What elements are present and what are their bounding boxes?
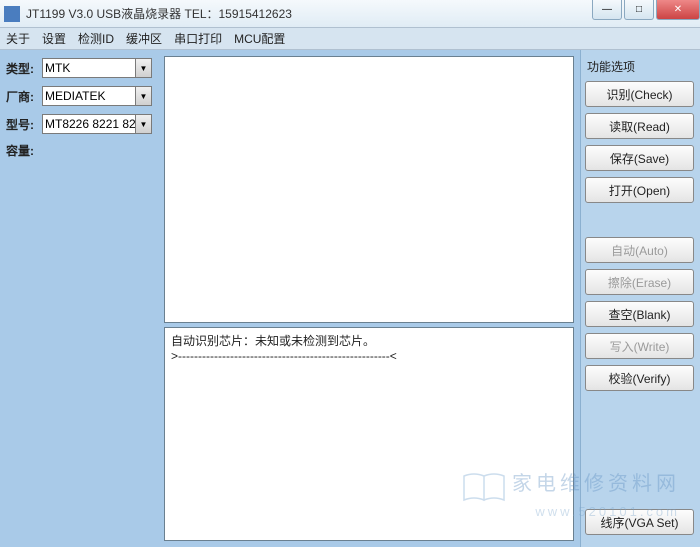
chevron-down-icon: ▼ [135, 115, 151, 133]
menu-buffer[interactable]: 缓冲区 [126, 30, 162, 47]
close-button[interactable]: ✕ [656, 0, 700, 20]
auto-button[interactable]: 自动(Auto) [585, 237, 694, 263]
vendor-select[interactable]: MEDIATEK ▼ [42, 86, 152, 106]
field-model: 型号: MT8226 8221 82 ▼ [6, 114, 152, 134]
check-button[interactable]: 识别(Check) [585, 81, 694, 107]
menu-serial-print[interactable]: 串口打印 [174, 30, 222, 47]
window-title: JT1199 V3.0 USB液晶烧录器 TEL：15915412623 [26, 5, 292, 22]
preview-area [164, 56, 574, 323]
center-panel: 自动识别芯片：未知或未检测到芯片。 >---------------------… [158, 50, 580, 547]
right-panel: 功能选项 识别(Check) 读取(Read) 保存(Save) 打开(Open… [580, 50, 700, 547]
log-line-1: 自动识别芯片：未知或未检测到芯片。 [171, 334, 375, 348]
menu-about[interactable]: 关于 [6, 30, 30, 47]
window-controls: — □ ✕ [590, 0, 700, 20]
vendor-label: 厂商: [6, 88, 42, 105]
type-select[interactable]: MTK ▼ [42, 58, 152, 78]
field-type: 类型: MTK ▼ [6, 58, 152, 78]
model-value: MT8226 8221 82 [45, 117, 136, 131]
chevron-down-icon: ▼ [135, 87, 151, 105]
app-icon [4, 6, 20, 22]
main-body: 类型: MTK ▼ 厂商: MEDIATEK ▼ 型号: MT8226 8221… [0, 50, 700, 547]
chevron-down-icon: ▼ [135, 59, 151, 77]
verify-button[interactable]: 校验(Verify) [585, 365, 694, 391]
menu-mcu-config[interactable]: MCU配置 [234, 30, 285, 47]
model-select[interactable]: MT8226 8221 82 ▼ [42, 114, 152, 134]
blank-button[interactable]: 查空(Blank) [585, 301, 694, 327]
save-button[interactable]: 保存(Save) [585, 145, 694, 171]
menu-settings[interactable]: 设置 [42, 30, 66, 47]
spacer [585, 209, 694, 237]
read-button[interactable]: 读取(Read) [585, 113, 694, 139]
right-section-title: 功能选项 [587, 58, 694, 75]
maximize-button[interactable]: □ [624, 0, 654, 20]
open-button[interactable]: 打开(Open) [585, 177, 694, 203]
menu-detect-id[interactable]: 检测ID [78, 30, 114, 47]
vgaset-button[interactable]: 线序(VGA Set) [585, 509, 694, 535]
type-label: 类型: [6, 60, 42, 77]
left-panel: 类型: MTK ▼ 厂商: MEDIATEK ▼ 型号: MT8226 8221… [0, 50, 158, 547]
capacity-label: 容量: [6, 142, 42, 159]
log-line-2: >---------------------------------------… [171, 349, 397, 363]
model-label: 型号: [6, 116, 42, 133]
type-value: MTK [45, 61, 70, 75]
erase-button[interactable]: 擦除(Erase) [585, 269, 694, 295]
vendor-value: MEDIATEK [45, 89, 105, 103]
log-area: 自动识别芯片：未知或未检测到芯片。 >---------------------… [164, 327, 574, 541]
menu-bar: 关于 设置 检测ID 缓冲区 串口打印 MCU配置 [0, 28, 700, 50]
minimize-button[interactable]: — [592, 0, 622, 20]
title-bar: JT1199 V3.0 USB液晶烧录器 TEL：15915412623 — □… [0, 0, 700, 28]
field-vendor: 厂商: MEDIATEK ▼ [6, 86, 152, 106]
field-capacity: 容量: [6, 142, 152, 159]
flex-spacer [585, 397, 694, 509]
write-button[interactable]: 写入(Write) [585, 333, 694, 359]
